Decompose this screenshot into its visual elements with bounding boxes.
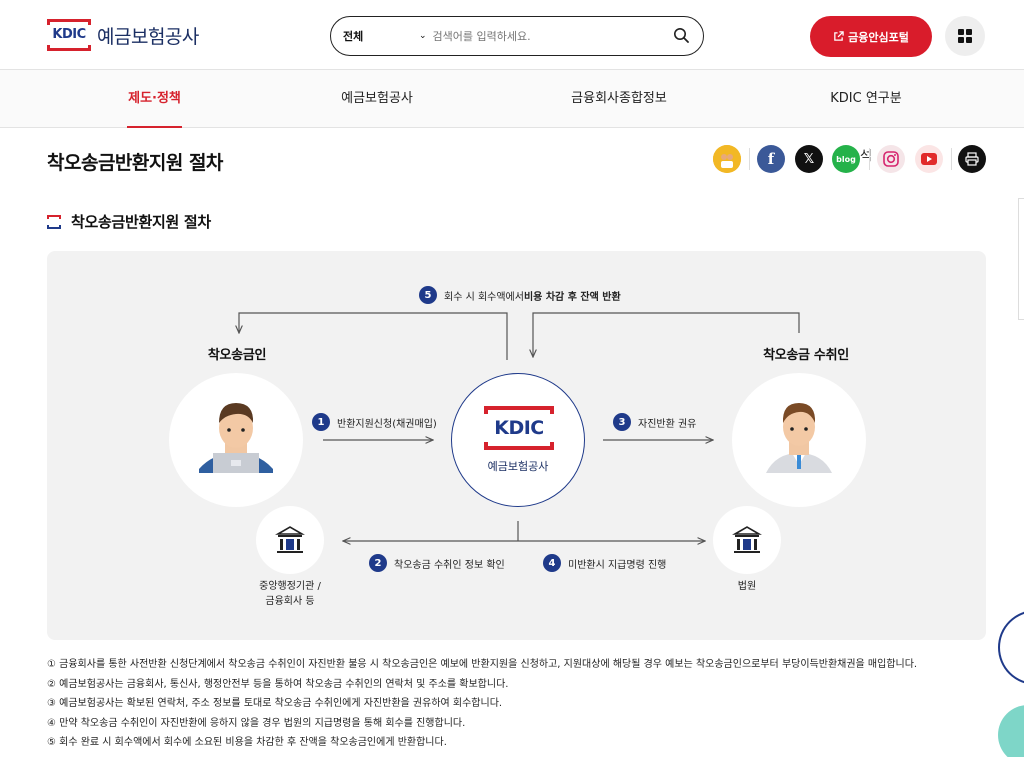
side-quick-menu[interactable] (1018, 198, 1024, 320)
logo-mark-text: KDIC (52, 27, 86, 42)
sender-avatar (169, 373, 303, 507)
kdic-center-logo-text: KDIC (494, 417, 544, 439)
step-2-text: 착오송금 수취인 정보 확인 (394, 559, 505, 571)
step-1-label: 1 반환지원신청(채권매입) (312, 413, 437, 431)
step-5-bold-text: 비용 차감 후 잔액 반환 (523, 291, 621, 303)
receiver-avatar (732, 373, 866, 507)
person-in-suit-icon (766, 403, 832, 473)
blog-icon[interactable]: blog (832, 145, 860, 173)
nav-item-policy[interactable]: 제도·정책 (127, 70, 182, 128)
step-number-badge: 3 (613, 413, 631, 431)
note-item: ① 금융회사를 통한 사전반환 신청단계에서 착오송금 수취인이 자진반환 불응… (47, 659, 918, 670)
step-3-label: 3 자진반환 권유 (613, 413, 696, 431)
step-number-badge: 5 (419, 286, 437, 304)
site-header: KDIC 예금보험공사 전체 ⌄ 금융안심포털 (0, 0, 1024, 70)
instagram-icon[interactable] (877, 145, 905, 173)
financial-safety-portal-button[interactable]: 금융안심포털 (810, 16, 932, 57)
page-title: 착오송금반환지원 절차 (47, 152, 223, 174)
court-node (713, 506, 781, 574)
floating-chatbot-icon[interactable] (998, 610, 1024, 685)
court-building-icon (732, 526, 762, 553)
step-4-text: 미반환시 지급명령 진행 (568, 559, 667, 571)
x-icon[interactable]: 𝕏 (795, 145, 823, 173)
section-title-text: 착오송금반환지원 절차 (71, 213, 211, 231)
note-item: ④ 만약 착오송금 수취인이 자진반환에 응하지 않을 경우 법원의 지급명령을… (47, 717, 466, 729)
step-4-label: 4 미반환시 지급명령 진행 (543, 554, 666, 572)
agency-label-line-2: 금융회사 등 (265, 596, 315, 607)
procedure-notes: ① 금융회사를 통한 사전반환 신청단계에서 착오송금 수취인이 자진반환 불응… (47, 655, 917, 753)
logo-name: 예금보험공사 (97, 25, 199, 48)
chevron-down-icon[interactable]: ⌄ (419, 31, 427, 41)
step-number-badge: 4 (543, 554, 561, 572)
search-icon[interactable] (673, 27, 689, 43)
section-title: 착오송금반환지원 절차 (47, 211, 211, 232)
section-title-mark-icon (47, 214, 61, 229)
grid-icon (958, 29, 972, 43)
external-link-icon (834, 31, 844, 41)
note-item: ② 예금보험공사는 금융회사, 통신사, 행정안전부 등을 통하여 착오송금 수… (47, 678, 509, 690)
divider (951, 148, 952, 170)
divider (869, 148, 870, 170)
step-1-text: 반환지원신청(채권매입) (337, 418, 437, 430)
search-category-select[interactable]: 전체 (343, 28, 419, 44)
nav-item-kdic[interactable]: 예금보험공사 (340, 70, 414, 128)
print-icon[interactable] (958, 145, 986, 173)
search-bar: 전체 ⌄ (330, 16, 704, 56)
step-5-label: 5 회수 시 회수액에서 비용 차감 후 잔액 반환 (419, 286, 621, 304)
search-input[interactable] (432, 29, 663, 43)
receiver-label: 착오송금 수취인 (763, 348, 849, 363)
floating-mascot-icon[interactable] (998, 705, 1024, 757)
kdic-center-name: 예금보험공사 (487, 460, 549, 473)
step-5-text: 회수 시 회수액에서 (444, 291, 524, 303)
youtube-icon[interactable] (915, 145, 943, 173)
kakao-story-icon[interactable] (713, 145, 741, 173)
portal-button-label: 금융안심포털 (848, 30, 909, 44)
procedure-diagram: 5 회수 시 회수액에서 비용 차감 후 잔액 반환 착오송금인 착오송금 수취… (47, 251, 986, 640)
kdic-logo-mark: KDIC (47, 19, 91, 51)
person-with-laptop-icon (199, 403, 273, 473)
note-item: ③ 예금보험공사는 확보된 연락처, 주소 정보를 토대로 착오송금 수취인에게… (47, 698, 503, 709)
court-label: 법원 (737, 581, 757, 592)
agency-label-line-1: 중앙행정기관 / (259, 581, 321, 592)
all-menu-button[interactable] (945, 16, 985, 56)
step-number-badge: 2 (369, 554, 387, 572)
agency-label: 중앙행정기관 / 금융회사 등 (225, 579, 355, 609)
bank-building-icon (275, 526, 305, 553)
site-logo[interactable]: KDIC 예금보험공사 (47, 19, 199, 51)
step-2-label: 2 착오송금 수취인 정보 확인 (369, 554, 505, 572)
kdic-logo-mark: KDIC (484, 406, 554, 450)
nav-item-financial-info[interactable]: 금융회사종합정보 (571, 70, 667, 128)
government-agency-node (256, 506, 324, 574)
divider (749, 148, 750, 170)
step-3-text: 자진반환 권유 (638, 418, 697, 430)
main-navigation: 제도·정책 예금보험공사 금융회사종합정보 KDIC 연구분석 (0, 70, 1024, 164)
nav-item-research[interactable]: KDIC 연구분석 (826, 70, 906, 164)
sender-label: 착오송금인 (207, 348, 267, 363)
note-item: ⑤ 회수 완료 시 회수액에서 회수에 소요된 비용을 차감한 후 잔액을 착오… (47, 737, 447, 748)
search-category-value: 전체 (343, 30, 364, 43)
step-number-badge: 1 (312, 413, 330, 431)
facebook-icon[interactable]: f (757, 145, 785, 173)
kdic-center-node: KDIC 예금보험공사 (451, 373, 585, 507)
